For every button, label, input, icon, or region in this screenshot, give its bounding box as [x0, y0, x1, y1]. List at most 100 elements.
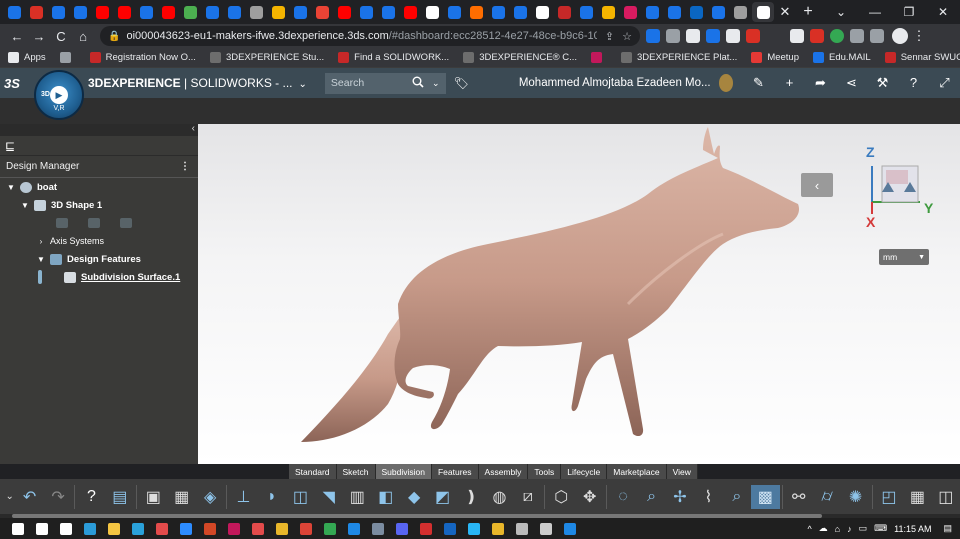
tab-standard[interactable]: Standard: [289, 464, 337, 479]
cylinder-icon[interactable]: ⌭: [813, 485, 841, 509]
mirror-icon[interactable]: ◫: [286, 485, 314, 509]
browser-tab[interactable]: [48, 2, 68, 22]
battery-icon[interactable]: ▭: [859, 523, 868, 534]
browser-tab[interactable]: [70, 2, 90, 22]
bridge-icon[interactable]: ▥: [343, 485, 371, 509]
browser-tab[interactable]: [686, 2, 706, 22]
extension-icon[interactable]: [726, 29, 740, 43]
redo-icon[interactable]: ↷: [44, 485, 72, 509]
back-button[interactable]: ←: [6, 29, 28, 44]
taskbar-video-icon[interactable]: [342, 521, 366, 537]
tree-panel-icon[interactable]: ▤: [106, 485, 134, 509]
tab-sketch[interactable]: Sketch: [336, 464, 376, 479]
display-icon[interactable]: ▦: [903, 485, 931, 509]
notifications-icon[interactable]: ▤: [943, 523, 952, 534]
crease-icon[interactable]: ◗: [258, 485, 286, 509]
volume-icon[interactable]: ♪: [847, 524, 852, 534]
bookmark-item[interactable]: Find a SOLIDWORK...: [338, 52, 449, 63]
symmetry-icon[interactable]: ✥: [576, 485, 604, 509]
reload-button[interactable]: C: [50, 29, 72, 44]
taskbar-chrome-icon[interactable]: [294, 521, 318, 537]
extension-icon[interactable]: [706, 29, 720, 43]
browser-tab[interactable]: [708, 2, 728, 22]
search-model-icon[interactable]: ⌕: [723, 485, 751, 509]
move-icon[interactable]: ✢: [666, 485, 694, 509]
taskbar-app-icon[interactable]: [246, 521, 270, 537]
taskbar-chrome-icon[interactable]: [318, 521, 342, 537]
taskbar-app-icon[interactable]: [222, 521, 246, 537]
back-arrow-button[interactable]: ‹: [801, 173, 833, 197]
taskbar-telegram-icon[interactable]: [126, 521, 150, 537]
tab-search-button[interactable]: ⌄: [824, 5, 858, 19]
measure-icon[interactable]: ⌇: [694, 485, 722, 509]
browser-tab[interactable]: [510, 2, 530, 22]
browser-tab[interactable]: [466, 2, 486, 22]
browser-tab[interactable]: [642, 2, 662, 22]
plane-icon[interactable]: [120, 218, 132, 228]
network-icon[interactable]: ⌂: [835, 524, 840, 534]
help-icon[interactable]: ?: [898, 75, 929, 91]
orientation-triad[interactable]: Z Y X: [860, 144, 960, 244]
taskbar-powerpoint-icon[interactable]: [198, 521, 222, 537]
units-dropdown[interactable]: mm ▼: [879, 249, 929, 265]
expand-arrow-icon[interactable]: ▼: [36, 255, 46, 264]
plane-icon[interactable]: [56, 218, 68, 228]
taskbar-settings-icon[interactable]: [510, 521, 534, 537]
extension-icon[interactable]: [666, 29, 680, 43]
browser-tab[interactable]: [444, 2, 464, 22]
browser-tab[interactable]: [730, 2, 750, 22]
tab-lifecycle[interactable]: Lifecycle: [561, 464, 608, 479]
panel-menu-icon[interactable]: ⋮: [180, 161, 190, 172]
puzzle-icon[interactable]: [850, 29, 864, 43]
help-icon[interactable]: ?: [77, 485, 105, 509]
fox-model[interactable]: [198, 124, 960, 464]
extension-icon[interactable]: [830, 29, 844, 43]
share-icon[interactable]: ➦: [805, 75, 836, 91]
cube-icon[interactable]: ▣: [139, 485, 167, 509]
play-icon[interactable]: ▶: [50, 86, 68, 104]
save-icon[interactable]: ◰: [875, 485, 903, 509]
tab-view[interactable]: View: [666, 464, 698, 479]
maximize-button[interactable]: ❐: [892, 5, 926, 19]
bookmark-item[interactable]: Edu.MAIL: [813, 52, 871, 63]
taskbar-app-icon[interactable]: [462, 521, 486, 537]
screenshot-icon[interactable]: ◫: [932, 485, 960, 509]
bookmark-star-icon[interactable]: ☆: [622, 30, 632, 43]
chevron-down-icon[interactable]: ⌄: [299, 79, 307, 90]
flip-icon[interactable]: ◥: [315, 485, 343, 509]
browser-tab[interactable]: [268, 2, 288, 22]
taskbar-file-explorer-icon[interactable]: [102, 521, 126, 537]
browser-tab[interactable]: [400, 2, 420, 22]
compass-widget[interactable]: 3D ▶ V,R: [34, 70, 84, 120]
taskbar-edge-icon[interactable]: [78, 521, 102, 537]
taskbar-app-icon[interactable]: [438, 521, 462, 537]
close-tab-icon[interactable]: ✕: [776, 4, 794, 20]
browser-tab[interactable]: [664, 2, 684, 22]
view-cube-icon[interactable]: ▩: [751, 484, 780, 509]
expand-arrow-icon[interactable]: ▼: [20, 201, 30, 210]
browser-tab[interactable]: [246, 2, 266, 22]
tab-subdivision[interactable]: Subdivision: [375, 464, 432, 479]
search-dropdown-icon[interactable]: ⌄: [432, 78, 440, 89]
tree-node-subdivision-surface[interactable]: Subdivision Surface.1: [0, 268, 198, 286]
search-icon[interactable]: [412, 76, 424, 91]
browser-tab[interactable]: [158, 2, 178, 22]
taskbar-app-icon[interactable]: [150, 521, 174, 537]
render-icon[interactable]: ✺: [841, 485, 869, 509]
primitive-icon[interactable]: ⬡: [547, 485, 575, 509]
3d-viewport[interactable]: Z Y X ‹ mm ▼: [198, 124, 960, 464]
undo-icon[interactable]: ↶: [15, 485, 43, 509]
bookmark-item[interactable]: 3DEXPERIENCE Plat...: [621, 52, 737, 63]
browser-tab[interactable]: [576, 2, 596, 22]
onedrive-icon[interactable]: ☁: [819, 523, 828, 534]
expand-action-bar-icon[interactable]: ⌄: [4, 485, 15, 509]
taskbar-task-view-icon[interactable]: [54, 521, 78, 537]
profile-avatar[interactable]: [892, 28, 908, 44]
browser-tab[interactable]: [620, 2, 640, 22]
tag-icon[interactable]: 🏷: [454, 76, 469, 90]
bookmark-item[interactable]: Registration Now O...: [89, 52, 196, 63]
edge-icon[interactable]: ◈: [196, 485, 224, 509]
face-icon[interactable]: ▦: [167, 485, 195, 509]
user-name[interactable]: Mohammed Almojtaba Ezadeen Mo...: [519, 77, 711, 89]
search-input[interactable]: Search ⌄: [324, 72, 446, 94]
